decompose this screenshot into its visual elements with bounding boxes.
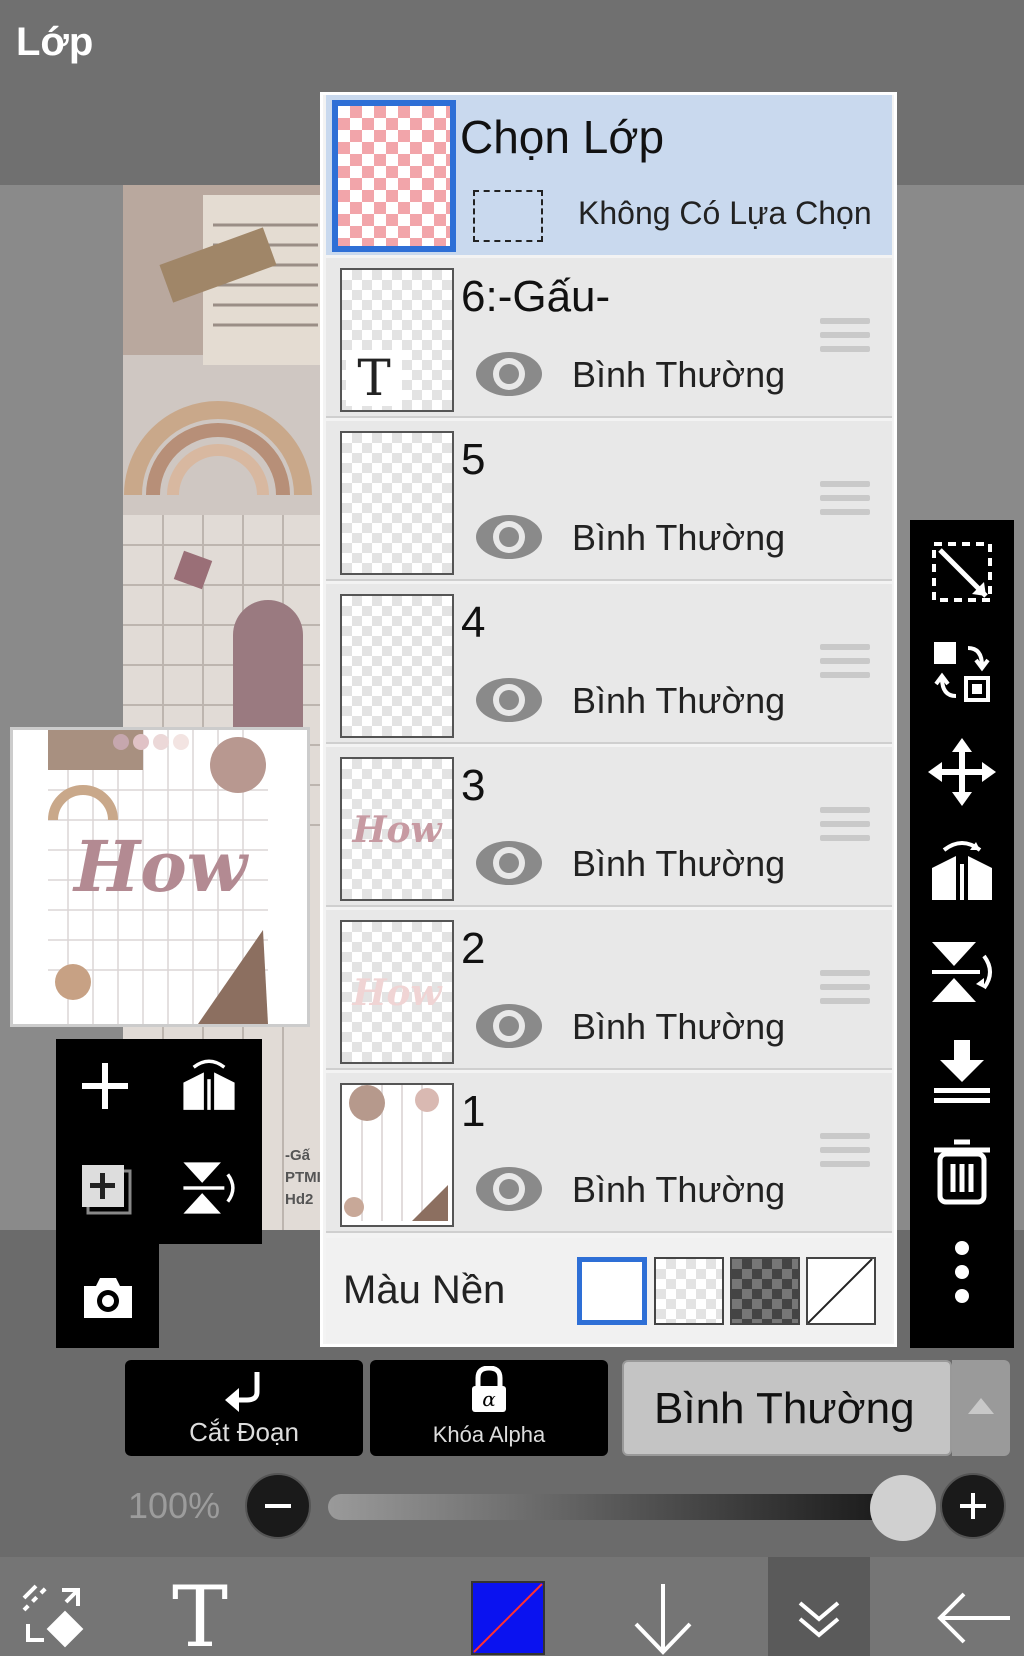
back-arrow-icon[interactable] bbox=[934, 1590, 1012, 1646]
canvas-text-line: PTMI bbox=[285, 1169, 321, 1186]
transfer-icon[interactable] bbox=[928, 638, 996, 706]
plus-icon bbox=[960, 1493, 986, 1519]
drag-handle-icon[interactable] bbox=[820, 644, 870, 686]
visibility-eye-icon[interactable] bbox=[474, 674, 544, 726]
more-icon[interactable] bbox=[928, 1238, 996, 1306]
drag-handle-icon[interactable] bbox=[820, 970, 870, 1012]
blend-mode-value: Bình Thường bbox=[654, 1384, 915, 1433]
visibility-eye-icon[interactable] bbox=[474, 1163, 544, 1215]
add-copy-icon[interactable] bbox=[80, 1163, 134, 1217]
opacity-value: 100% bbox=[128, 1485, 221, 1526]
layer-blend-mode: Bình Thường bbox=[572, 517, 786, 558]
layer-thumb-art: How bbox=[352, 972, 442, 1014]
flip-vertical-icon[interactable] bbox=[928, 938, 996, 1006]
bg-swatch-white[interactable] bbox=[577, 1257, 647, 1325]
drag-handle-icon[interactable] bbox=[820, 1133, 870, 1175]
clipping-arrow-icon bbox=[225, 1372, 260, 1412]
opacity-slider-knob[interactable] bbox=[870, 1475, 936, 1541]
left-toolbar bbox=[56, 1039, 262, 1244]
layer-blend-mode: Bình Thường bbox=[572, 1169, 786, 1210]
layer-row[interactable]: How 2 Bình Thường bbox=[326, 910, 892, 1070]
layer-name: 6:-Gấu- bbox=[461, 272, 611, 321]
chevron-up-icon bbox=[968, 1398, 994, 1414]
selection-marquee-icon bbox=[473, 190, 543, 242]
layer-row[interactable]: 5 Bình Thường bbox=[326, 421, 892, 581]
color-swatch[interactable] bbox=[470, 1580, 546, 1656]
layer-blend-mode: Bình Thường bbox=[572, 354, 786, 395]
background-color-label: Màu Nền bbox=[343, 1268, 506, 1312]
blend-mode-dropdown-button[interactable] bbox=[952, 1360, 1010, 1456]
layer-thumbnail bbox=[340, 594, 454, 738]
clipping-label: Cắt Đoạn bbox=[189, 1417, 299, 1447]
layer-thumb-art: How bbox=[352, 809, 442, 851]
opacity-increase-button[interactable] bbox=[940, 1473, 1006, 1539]
clipping-button[interactable]: Cắt Đoạn bbox=[125, 1360, 363, 1456]
svg-text:T: T bbox=[172, 1576, 228, 1652]
visibility-eye-icon[interactable] bbox=[474, 837, 544, 889]
visibility-eye-icon[interactable] bbox=[474, 348, 544, 400]
alpha-lock-button[interactable]: α Khóa Alpha bbox=[370, 1360, 608, 1456]
bg-swatch-none[interactable] bbox=[806, 1257, 876, 1325]
alpha-lock-label: Khóa Alpha bbox=[432, 1422, 546, 1447]
drag-handle-icon[interactable] bbox=[820, 481, 870, 523]
text-tool-icon[interactable]: T bbox=[165, 1576, 235, 1652]
layer-row[interactable]: T 6:-Gấu- Bình Thường bbox=[326, 258, 892, 418]
preview-art-text: How bbox=[73, 825, 248, 908]
flip-h-icon[interactable] bbox=[180, 1057, 238, 1115]
layer-thumbnail: How bbox=[340, 757, 454, 901]
layer-thumbnail bbox=[340, 1083, 454, 1227]
down-arrow-icon[interactable] bbox=[628, 1580, 698, 1656]
layer-row[interactable]: 1 Bình Thường bbox=[326, 1073, 892, 1233]
page-title: Lớp bbox=[16, 20, 94, 64]
drag-handle-icon[interactable] bbox=[820, 318, 870, 360]
move-icon[interactable] bbox=[928, 738, 996, 806]
add-layer-icon[interactable] bbox=[80, 1061, 130, 1111]
layer-name: 1 bbox=[461, 1087, 486, 1136]
layer-thumbnail: How bbox=[340, 920, 454, 1064]
blend-mode-select[interactable]: Bình Thường bbox=[622, 1360, 952, 1456]
selection-status: Không Có Lựa Chọn bbox=[578, 195, 872, 231]
layer-name: 4 bbox=[461, 598, 486, 647]
layer-blend-mode: Bình Thường bbox=[572, 1006, 786, 1047]
merge-down-icon[interactable] bbox=[928, 1038, 996, 1106]
layer-name: 2 bbox=[461, 924, 486, 973]
lock-icon: α bbox=[472, 1366, 506, 1412]
canvas-text-line: -Gấ bbox=[285, 1147, 311, 1164]
trash-icon[interactable] bbox=[928, 1138, 996, 1206]
bg-swatch-dark-checker[interactable] bbox=[730, 1257, 800, 1325]
layer-name: 3 bbox=[461, 761, 486, 810]
layer-menu-button[interactable] bbox=[768, 1557, 870, 1656]
flip-v-icon[interactable] bbox=[180, 1159, 238, 1217]
bg-swatch-transparent[interactable] bbox=[654, 1257, 724, 1325]
canvas-preview[interactable]: How bbox=[10, 727, 310, 1027]
camera-icon[interactable] bbox=[80, 1274, 136, 1322]
layer-thumbnail: T bbox=[340, 268, 454, 412]
opacity-slider[interactable] bbox=[328, 1494, 888, 1520]
text-layer-icon: T bbox=[346, 350, 402, 406]
left-toolbar-camera bbox=[56, 1244, 159, 1348]
layer-row[interactable]: 4 Bình Thường bbox=[326, 584, 892, 744]
layer-name: 5 bbox=[461, 435, 486, 484]
drag-handle-icon[interactable] bbox=[820, 807, 870, 849]
select-transform-icon[interactable] bbox=[928, 538, 996, 606]
layer-row[interactable]: How 3 Bình Thường bbox=[326, 747, 892, 907]
visibility-eye-icon[interactable] bbox=[474, 511, 544, 563]
double-chevron-icon bbox=[798, 1601, 840, 1638]
selection-layer-thumbnail bbox=[332, 100, 456, 252]
right-toolbar bbox=[910, 520, 1014, 1348]
minus-icon bbox=[265, 1504, 291, 1508]
flip-horizontal-icon[interactable] bbox=[928, 838, 996, 906]
visibility-eye-icon[interactable] bbox=[474, 1000, 544, 1052]
canvas-text-fragment: -Gấ PTMI Hd2 bbox=[285, 1145, 321, 1211]
selection-layer-title: Chọn Lớp bbox=[460, 111, 665, 163]
layer-blend-mode: Bình Thường bbox=[572, 843, 786, 884]
opacity-decrease-button[interactable] bbox=[245, 1473, 311, 1539]
layer-thumbnail bbox=[340, 431, 454, 575]
svg-text:α: α bbox=[482, 1387, 496, 1411]
canvas-text-line: Hd2 bbox=[285, 1191, 314, 1208]
layer-blend-mode: Bình Thường bbox=[572, 680, 786, 721]
transform-tool-icon[interactable] bbox=[18, 1580, 86, 1648]
